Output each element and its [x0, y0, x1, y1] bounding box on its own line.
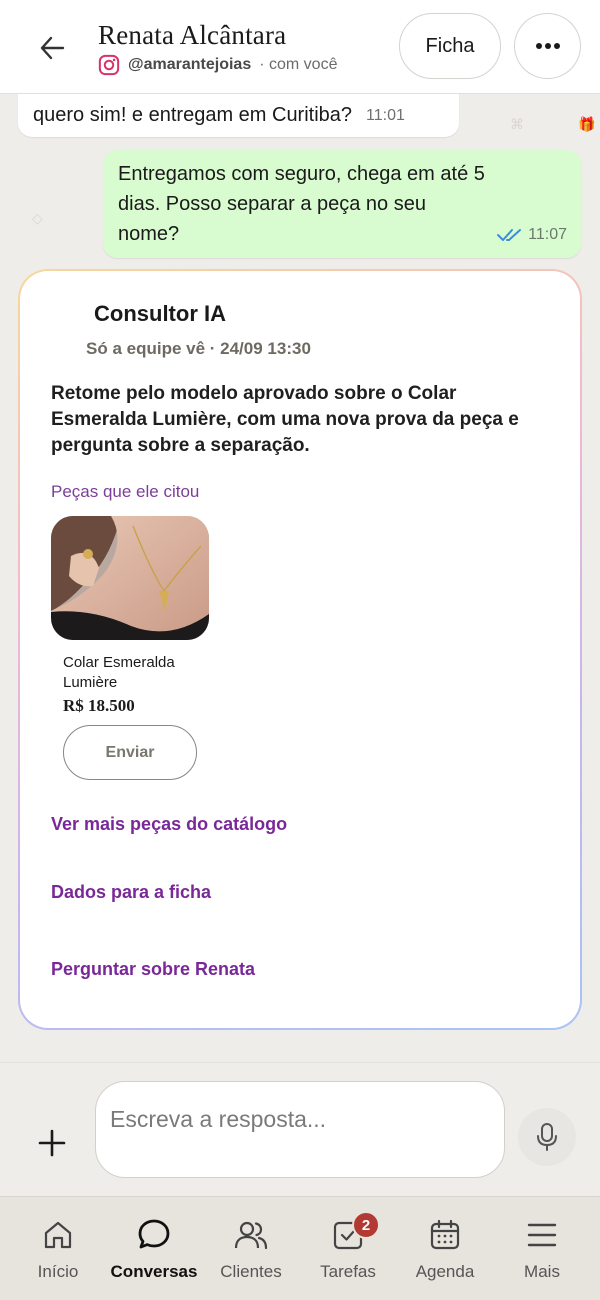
plus-icon	[38, 1129, 66, 1157]
nav-item-tarefas[interactable]: 2 Tarefas	[298, 1211, 398, 1289]
product-name: Colar Esmeralda Lumière	[63, 654, 175, 691]
message-time: 11:07	[528, 226, 567, 243]
chat-bubble-icon	[136, 1217, 172, 1253]
calendar-icon	[427, 1217, 463, 1253]
see-more-catalog-link[interactable]: Ver mais peças do catálogo	[51, 814, 287, 835]
message-composer	[0, 1062, 600, 1196]
reply-input-box[interactable]	[95, 1081, 505, 1178]
nav-item-conversas[interactable]: Conversas	[104, 1217, 204, 1289]
nav-label: Início	[37, 1262, 79, 1281]
wallpaper-doodle-icon: 🎁	[578, 116, 596, 132]
reply-input[interactable]	[110, 1102, 490, 1136]
more-options-button[interactable]	[514, 13, 581, 79]
send-product-button[interactable]: Enviar	[63, 725, 197, 780]
attach-button[interactable]	[34, 1125, 70, 1161]
ai-card-meta: Só a equipe vê · 24/09 13:30	[86, 339, 311, 358]
nav-item-inicio[interactable]: Início	[8, 1217, 108, 1289]
menu-icon	[524, 1217, 560, 1253]
ficha-button[interactable]: Ficha	[399, 13, 501, 79]
microphone-icon	[537, 1123, 557, 1151]
product-image[interactable]	[51, 516, 209, 640]
nav-label: Mais	[524, 1262, 560, 1281]
ai-consultant-card: Consultor IA Só a equipe vê · 24/09 13:3…	[18, 269, 582, 1030]
tasks-count-badge: 2	[352, 1211, 380, 1239]
wallpaper-doodle-icon: ⌘	[510, 116, 524, 132]
message-meta: 11:07	[497, 226, 567, 244]
ai-suggestion-text: Retome pelo modelo aprovado sobre o Cola…	[51, 383, 519, 456]
nav-label: Conversas	[110, 1262, 198, 1281]
chat-area[interactable]: ⌘ 🎁 ◇ ○ quero sim! e entregam em Curitib…	[0, 94, 600, 1062]
message-incoming[interactable]: quero sim! e entregam em Curitiba? 11:01	[18, 94, 459, 137]
arrow-left-icon	[40, 36, 65, 60]
message-text: Entregamos com seguro, chega em até 5 di…	[118, 163, 485, 245]
ai-card-title: Consultor IA	[94, 301, 226, 326]
double-check-icon	[497, 229, 522, 241]
bottom-navigation: Início Conversas Clientes 2 Tarefas Agen…	[0, 1196, 600, 1300]
ask-about-client-link[interactable]: Perguntar sobre Renata	[51, 959, 255, 980]
message-outgoing[interactable]: Entregamos com seguro, chega em até 5 di…	[103, 150, 581, 258]
ficha-data-link[interactable]: Dados para a ficha	[51, 882, 211, 903]
voice-message-button[interactable]	[518, 1108, 576, 1166]
contact-name[interactable]: Renata Alcântara	[98, 20, 286, 51]
chat-header: Renata Alcântara @amarantejoias · com vo…	[0, 0, 600, 94]
home-icon	[40, 1217, 76, 1253]
nav-item-mais[interactable]: Mais	[492, 1217, 592, 1289]
more-horizontal-icon	[535, 43, 560, 49]
message-time: 11:01	[366, 106, 405, 124]
contact-subtitle: @amarantejoias · com você	[98, 53, 337, 77]
wallpaper-doodle-icon: ◇	[32, 210, 43, 226]
nav-label: Clientes	[220, 1262, 282, 1281]
back-button[interactable]	[34, 30, 70, 66]
product-price: R$ 18.500	[63, 696, 135, 715]
mentioned-pieces-label: Peças que ele citou	[51, 482, 200, 501]
nav-item-agenda[interactable]: Agenda	[395, 1217, 495, 1289]
nav-label: Tarefas	[320, 1262, 376, 1281]
assignment-label: · com você	[259, 56, 338, 73]
instagram-icon	[98, 54, 120, 76]
message-text: quero sim! e entregam em Curitiba?	[33, 104, 353, 126]
nav-item-clientes[interactable]: Clientes	[201, 1217, 301, 1289]
nav-label: Agenda	[415, 1262, 475, 1281]
instagram-handle[interactable]: @amarantejoias	[128, 56, 251, 74]
users-icon	[233, 1217, 269, 1253]
